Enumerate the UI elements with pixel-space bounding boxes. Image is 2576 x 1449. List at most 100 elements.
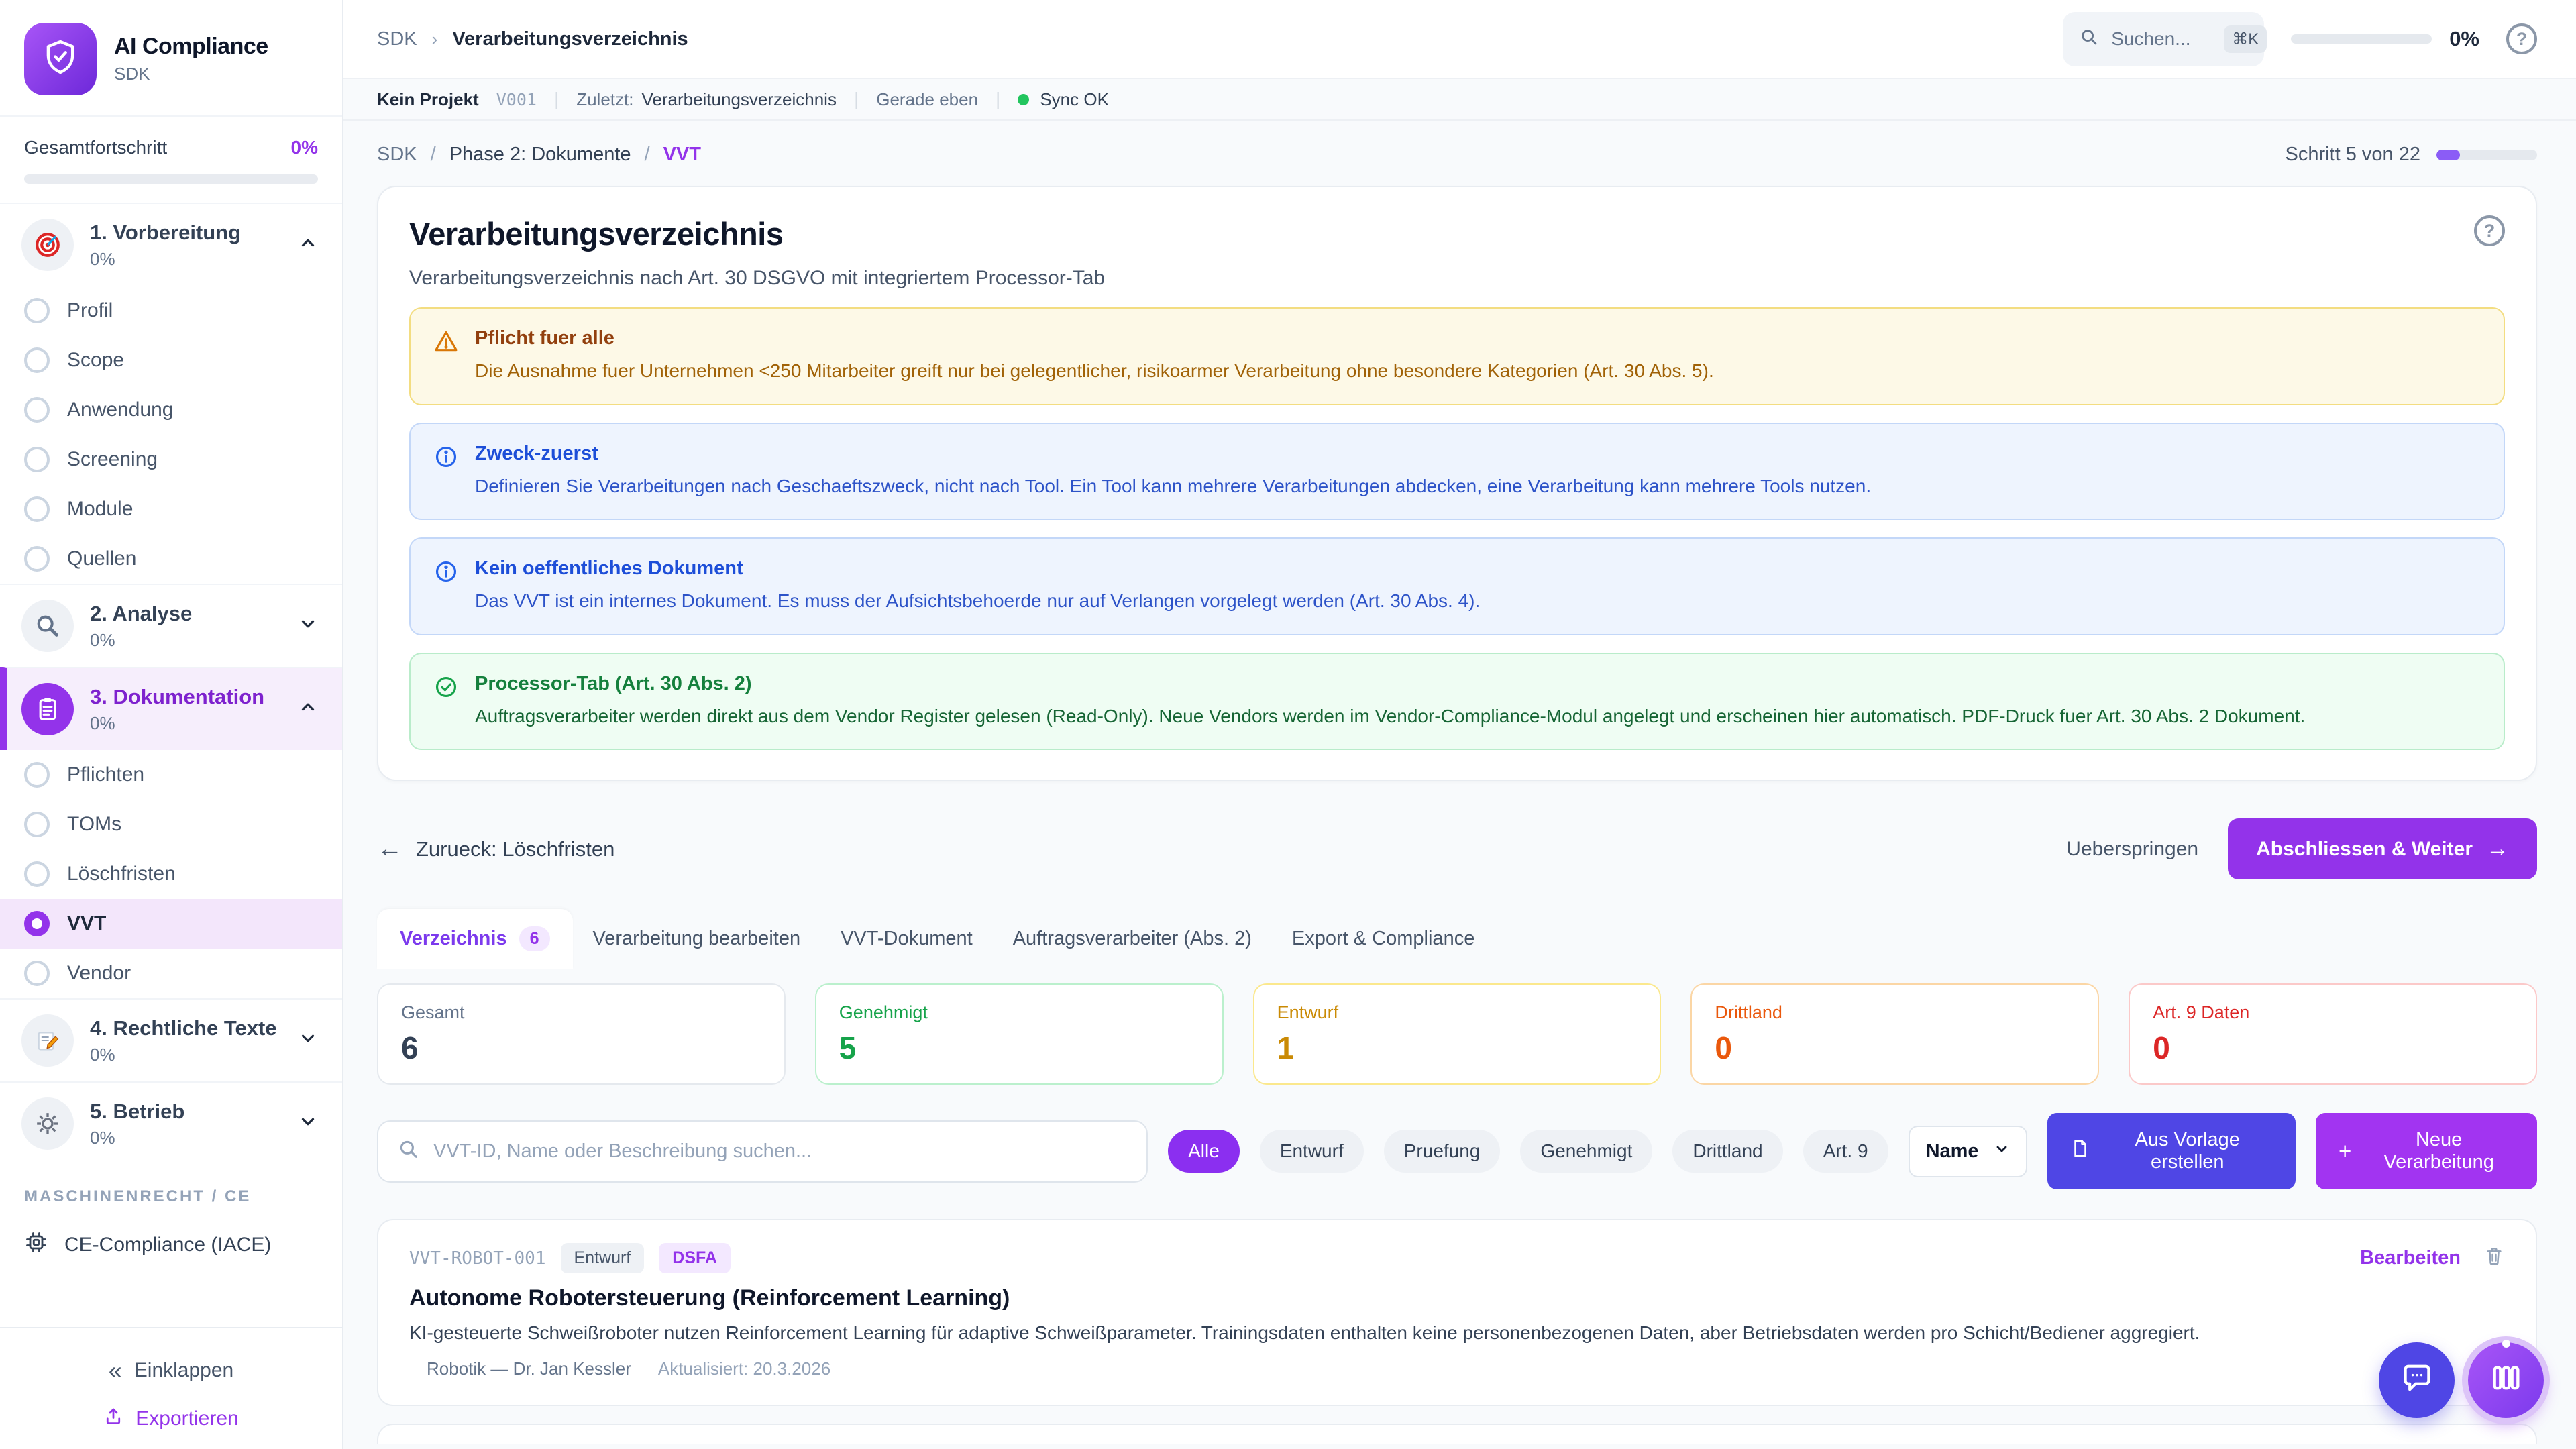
sidebar-item-vendor[interactable]: Vendor <box>0 949 342 998</box>
global-search-input[interactable] <box>2111 28 2212 50</box>
chevron-down-icon <box>298 1028 318 1053</box>
radio-icon <box>24 397 50 423</box>
radio-icon <box>24 961 50 986</box>
filter-chip-genehmigt[interactable]: Genehmigt <box>1520 1130 1652 1173</box>
sidebar-item-vvt[interactable]: VVT <box>0 899 342 949</box>
tab-verarbeitung-bearbeiten[interactable]: Verarbeitung bearbeiten <box>573 910 821 967</box>
chevron-up-icon <box>298 697 318 722</box>
sidebar-item-loeschfristen[interactable]: Löschfristen <box>0 849 342 899</box>
filter-chip-art9[interactable]: Art. 9 <box>1803 1130 1888 1173</box>
app-logo <box>24 23 97 95</box>
sidebar-item-profil[interactable]: Profil <box>0 286 342 335</box>
radio-selected-icon <box>24 911 50 936</box>
chevron-down-icon <box>298 614 318 639</box>
info-icon <box>433 443 459 500</box>
filter-chip-pruefung[interactable]: Pruefung <box>1384 1130 1501 1173</box>
panel-toggle-button[interactable] <box>2468 1342 2544 1418</box>
tab-vvt-dokument[interactable]: VVT-Dokument <box>820 910 993 967</box>
status-badge: Entwurf <box>561 1243 645 1273</box>
magnifier-icon <box>21 600 74 652</box>
project-status-bar: Kein Projekt V001 | Zuletzt: Verarbeitun… <box>343 79 2576 121</box>
sidebar-item-scope[interactable]: Scope <box>0 335 342 385</box>
step-progress-fill <box>2436 150 2460 160</box>
tab-auftragsverarbeiter[interactable]: Auftragsverarbeiter (Abs. 2) <box>993 910 1272 967</box>
record-id: VVT-ROBOT-001 <box>409 1248 546 1269</box>
tab-export-compliance[interactable]: Export & Compliance <box>1272 910 1495 967</box>
list-search-input[interactable] <box>433 1140 1128 1163</box>
target-icon <box>21 219 74 271</box>
sidebar-item-label: Quellen <box>67 547 136 570</box>
divider: | <box>554 89 559 110</box>
global-search[interactable]: ⌘K <box>2063 12 2264 66</box>
shield-check-icon <box>41 38 80 81</box>
list-search[interactable] <box>377 1120 1148 1183</box>
collapse-sidebar-button[interactable]: « Einklappen <box>0 1346 342 1395</box>
phase-percent: 0% <box>90 713 282 734</box>
sidebar-item-ce-compliance[interactable]: CE-Compliance (IACE) <box>0 1217 342 1279</box>
radio-icon <box>24 812 50 837</box>
record-description: KI-gesteuerte Schweißroboter nutzen Rein… <box>409 1322 2355 1344</box>
skip-button[interactable]: Ueberspringen <box>2066 838 2198 861</box>
filter-chip-alle[interactable]: Alle <box>1168 1130 1240 1173</box>
breadcrumb: SDK › Verarbeitungsverzeichnis <box>377 28 688 50</box>
edit-button[interactable]: Bearbeiten <box>2360 1247 2461 1269</box>
overall-progress-bar <box>24 174 318 184</box>
sidebar-item-label: Module <box>67 498 133 521</box>
sidebar-item-label: TOMs <box>67 813 121 836</box>
breadcrumb-root[interactable]: SDK <box>377 28 417 50</box>
new-processing-button[interactable]: + Neue Verarbeitung <box>2316 1113 2537 1189</box>
stats-row: Gesamt 6 Genehmigt 5 Entwurf 1 Drittland… <box>377 983 2537 1085</box>
back-label: Zurueck: Löschfristen <box>416 837 614 861</box>
page-crumb-root[interactable]: SDK <box>377 144 417 166</box>
sidebar-item-module[interactable]: Module <box>0 484 342 534</box>
filter-chip-drittland[interactable]: Drittland <box>1672 1130 1782 1173</box>
warning-icon <box>433 327 459 385</box>
overall-progress-label: Gesamtfortschritt <box>24 137 167 158</box>
notice-body: Das VVT ist ein internes Dokument. Es mu… <box>475 588 1480 615</box>
sidebar-item-label: Pflichten <box>67 763 144 786</box>
upload-icon <box>103 1406 123 1432</box>
page-crumb-current: VVT <box>663 144 701 166</box>
next-record-card-partial[interactable] <box>377 1424 2537 1444</box>
stat-value: 5 <box>839 1030 1199 1066</box>
export-button[interactable]: Exportieren <box>0 1395 342 1442</box>
complete-next-button[interactable]: Abschliessen & Weiter → <box>2228 818 2537 879</box>
phase-label: 3. Dokumentation <box>90 685 282 709</box>
sidebar-item-quellen[interactable]: Quellen <box>0 534 342 584</box>
dsfa-badge: DSFA <box>659 1243 731 1273</box>
back-button[interactable]: ← Zurueck: Löschfristen <box>377 835 614 863</box>
stat-card-entwurf: Entwurf 1 <box>1253 983 1662 1085</box>
breadcrumb-current: Verarbeitungsverzeichnis <box>452 28 688 50</box>
radio-icon <box>24 546 50 572</box>
vvt-record-card[interactable]: VVT-ROBOT-001 Entwurf DSFA Bearbeiten Au… <box>377 1219 2537 1406</box>
sync-status-label: Sync OK <box>1040 89 1109 110</box>
sort-select[interactable]: Name <box>1909 1126 2027 1177</box>
sidebar-item-pflichten[interactable]: Pflichten <box>0 750 342 800</box>
filter-chip-entwurf[interactable]: Entwurf <box>1260 1130 1364 1173</box>
gear-icon <box>21 1097 74 1150</box>
divider: | <box>854 89 859 110</box>
sidebar-phase-analyse[interactable]: 2. Analyse 0% <box>0 584 342 667</box>
sidebar-item-screening[interactable]: Screening <box>0 435 342 484</box>
sidebar-item-toms[interactable]: TOMs <box>0 800 342 849</box>
chat-bubble-icon <box>2400 1360 2434 1400</box>
sidebar-phase-betrieb[interactable]: 5. Betrieb 0% <box>0 1081 342 1165</box>
card-help-icon[interactable]: ? <box>2474 215 2505 246</box>
stat-value: 6 <box>401 1030 761 1066</box>
chat-assistant-button[interactable] <box>2379 1342 2455 1418</box>
stat-label: Genehmigt <box>839 1002 1199 1023</box>
sidebar-phase-vorbereitung[interactable]: 1. Vorbereitung 0% <box>0 204 342 286</box>
search-icon <box>397 1138 420 1165</box>
radio-icon <box>24 298 50 323</box>
page-crumb-phase[interactable]: Phase 2: Dokumente <box>449 144 631 166</box>
trash-icon[interactable] <box>2483 1245 2505 1271</box>
sidebar-item-label: Vendor <box>67 962 131 985</box>
tab-verzeichnis[interactable]: Verzeichnis 6 <box>377 909 573 969</box>
stat-label: Art. 9 Daten <box>2153 1002 2513 1023</box>
create-from-template-button[interactable]: Aus Vorlage erstellen <box>2047 1113 2296 1189</box>
sidebar-phase-dokumentation[interactable]: 3. Dokumentation 0% <box>0 667 342 750</box>
last-visited-value: Verarbeitungsverzeichnis <box>641 89 837 110</box>
sidebar-item-anwendung[interactable]: Anwendung <box>0 385 342 435</box>
sidebar-phase-rechtliche-texte[interactable]: 4. Rechtliche Texte 0% <box>0 998 342 1081</box>
help-icon[interactable]: ? <box>2506 23 2537 54</box>
